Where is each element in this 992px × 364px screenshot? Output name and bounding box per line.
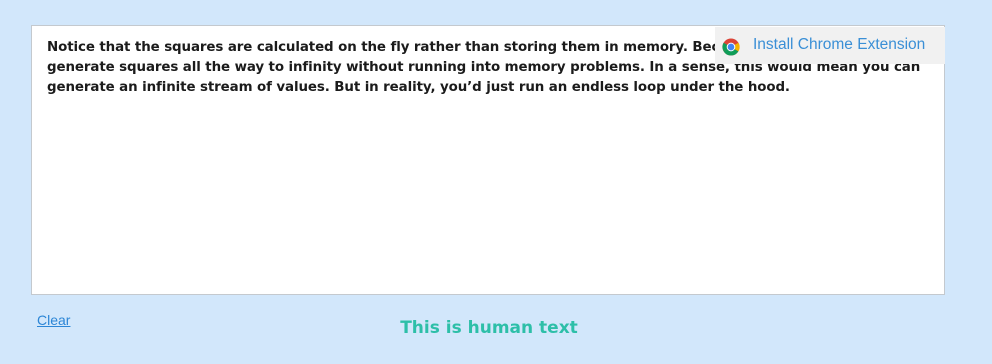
detection-result: This is human text [400, 318, 578, 338]
install-extension-label: Install Chrome Extension [753, 36, 926, 53]
install-extension-button[interactable]: Install Chrome Extension [715, 27, 945, 64]
chrome-icon [722, 38, 740, 56]
text-input-area[interactable]: Notice that the squares are calculated o… [31, 25, 945, 295]
